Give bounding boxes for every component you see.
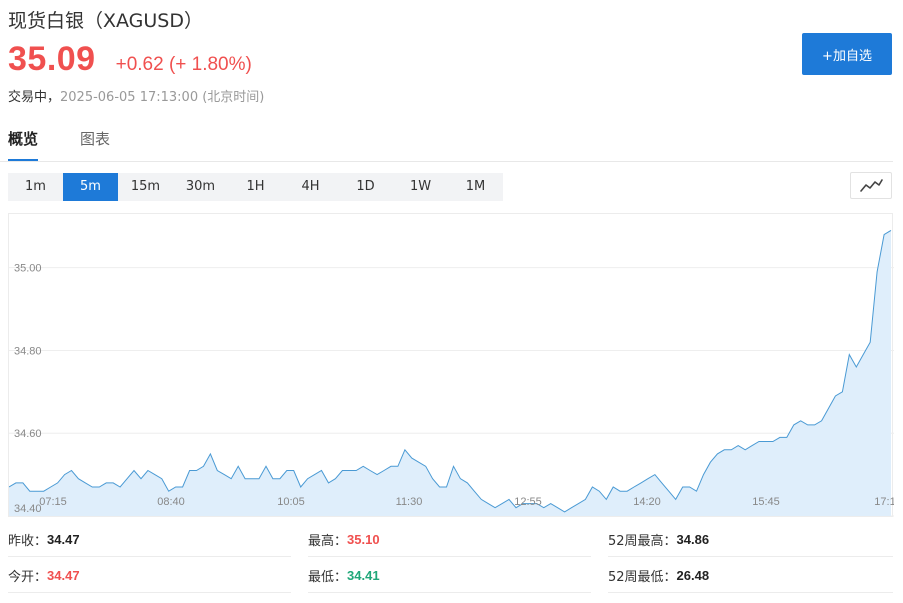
period-30m[interactable]: 30m: [173, 173, 228, 201]
price-change: +0.62 (+ 1.80%): [115, 54, 252, 75]
y-tick-label: 34.40: [14, 503, 42, 515]
stat-prev-close: 昨收： 34.47: [8, 523, 291, 557]
trading-status: 交易中，: [8, 90, 61, 105]
chart-type-button[interactable]: [850, 172, 892, 199]
stat-52w-high: 52周最高： 34.86: [608, 523, 893, 557]
period-5m[interactable]: 5m: [63, 173, 118, 201]
stat-value: 26.48: [676, 568, 710, 583]
stat-value: 34.47: [47, 532, 80, 547]
stat-52w-low: 52周最低： 26.48: [608, 559, 893, 593]
period-1m[interactable]: 1m: [8, 173, 63, 201]
stat-label: 52周最低：: [608, 570, 677, 585]
stat-label: 今开：: [8, 570, 48, 585]
x-tick-label: 10:05: [277, 496, 305, 508]
stat-high: 最高： 35.10: [308, 523, 591, 557]
tab-chart[interactable]: 图表: [80, 128, 110, 159]
y-tick-label: 34.80: [14, 345, 42, 357]
add-watchlist-button[interactable]: +加自选: [802, 33, 892, 75]
stat-low: 最低： 34.41: [308, 559, 591, 593]
price-chart: 34.40 34.60 34.80 35.00 07:15 08:40 10:05 11:30…: [8, 213, 894, 517]
price-chart-svg: 34.40 34.60 34.80 35.00 07:15 08:40 10:05 11:30…: [9, 229, 894, 517]
x-tick-label: 07:15: [39, 496, 67, 508]
stat-open: 今开： 34.47: [8, 559, 291, 593]
stat-value: 34.41: [347, 568, 380, 583]
price-row: 35.09 +0.62 (+ 1.80%): [8, 40, 252, 82]
period-1h[interactable]: 1H: [228, 173, 283, 201]
period-4h[interactable]: 4H: [283, 173, 338, 201]
x-tick-label: 17:1: [874, 496, 894, 508]
y-tick-label: 35.00: [14, 263, 42, 275]
x-tick-label: 15:45: [752, 496, 780, 508]
line-chart-icon: [860, 178, 883, 192]
trading-status-row: 交易中，2025-06-05 17:13:00 (北京时间): [8, 86, 264, 105]
stat-label: 52周最高：: [608, 534, 677, 549]
tab-bar: 概览 图表: [0, 120, 893, 162]
stat-label: 最高：: [308, 534, 348, 549]
price-area: [9, 230, 891, 516]
quote-timestamp: 2025-06-05 17:13:00 (北京时间): [60, 90, 265, 105]
period-selector: 1m 5m 15m 30m 1H 4H 1D 1W 1M: [8, 173, 503, 201]
stat-value: 34.47: [47, 568, 80, 583]
period-1w[interactable]: 1W: [393, 173, 448, 201]
x-tick-label: 11:30: [396, 496, 423, 508]
x-tick-label: 08:40: [157, 496, 185, 508]
stat-label: 最低：: [308, 570, 348, 585]
period-1mo[interactable]: 1M: [448, 173, 503, 201]
last-price: 35.09: [8, 40, 96, 78]
stat-value: 34.86: [676, 532, 710, 547]
period-15m[interactable]: 15m: [118, 173, 173, 201]
tab-overview[interactable]: 概览: [8, 128, 39, 161]
stat-label: 昨收：: [8, 534, 48, 549]
period-1d[interactable]: 1D: [338, 173, 393, 201]
x-tick-label: 14:20: [633, 496, 661, 508]
stat-value: 35.10: [347, 532, 380, 547]
y-tick-label: 34.60: [14, 428, 42, 440]
page-title: 现货白银（XAGUSD）: [8, 10, 204, 32]
x-tick-label: 12:55: [514, 496, 542, 508]
